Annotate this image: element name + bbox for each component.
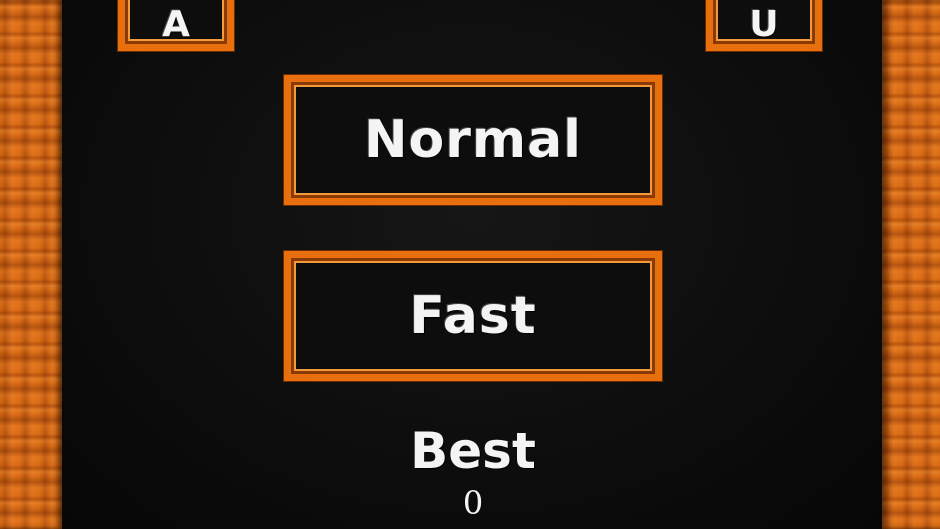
best-score-value: 0 [462, 484, 484, 522]
best-score-label: Best [410, 422, 536, 480]
normal-mode-button[interactable]: Normal [284, 75, 662, 205]
top-left-button[interactable]: A [118, 0, 234, 51]
wood-border-right [882, 0, 940, 529]
wood-border-left [0, 0, 62, 529]
fast-mode-button[interactable]: Fast [284, 251, 662, 381]
top-right-button[interactable]: U [706, 0, 822, 51]
